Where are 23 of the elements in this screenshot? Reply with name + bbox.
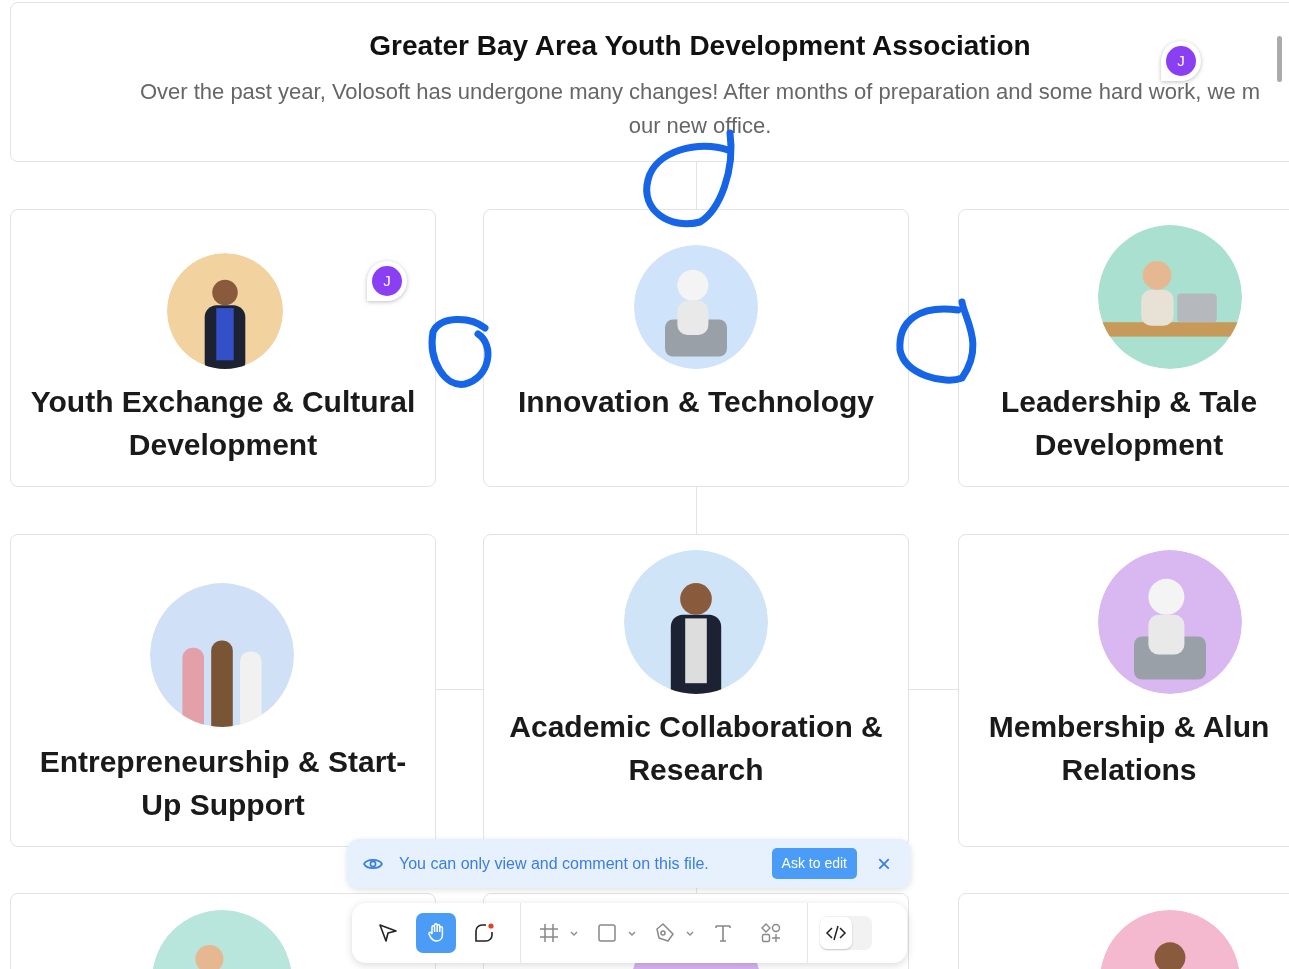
notice-text: You can only view and comment on this file.	[399, 853, 709, 874]
eye-icon	[363, 856, 383, 871]
shapes-icon	[759, 921, 783, 945]
description-text: our new office.	[628, 112, 772, 140]
pen-icon	[653, 921, 677, 945]
description-text: Over the past year, Volosoft has undergone many changes! After months of preparation and some hard work, we m	[139, 78, 1261, 106]
cursor-icon	[376, 921, 400, 945]
close-button[interactable]: ×	[873, 851, 895, 876]
card-title: Youth Exchange & Cultural Development	[29, 384, 417, 463]
code-tool[interactable]	[820, 917, 852, 949]
scrollbar[interactable]	[1277, 36, 1282, 82]
scribble	[428, 316, 492, 388]
card-title: Membership & Alun Relations	[987, 709, 1271, 788]
card-title: Academic Collaboration & Research	[508, 709, 884, 788]
board-title: Greater Bay Area Youth Development Association	[369, 29, 1031, 63]
ask-to-edit-button[interactable]: Ask to edit	[771, 848, 857, 879]
card-title: Innovation & Technology	[516, 384, 876, 420]
rectangle-icon	[595, 921, 619, 945]
hand-tool[interactable]	[416, 913, 456, 953]
card-title: Entrepreneurship & Start-Up Support	[38, 744, 408, 823]
card-title: Leadership & Tale Development	[999, 384, 1259, 463]
comment-icon	[472, 921, 496, 945]
frame-icon	[537, 921, 561, 945]
